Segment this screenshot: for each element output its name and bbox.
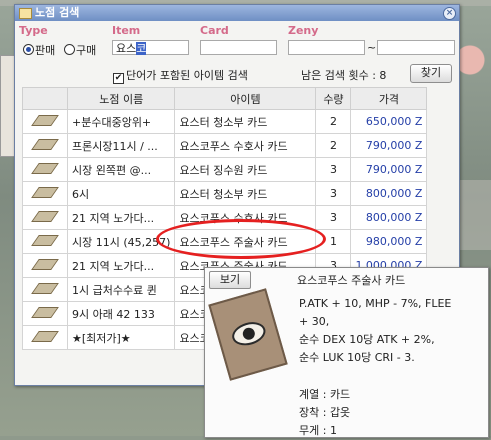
row-price: 650,000 Z — [350, 109, 428, 134]
card-icon — [22, 277, 68, 302]
card-icon — [22, 325, 68, 350]
radio-sell-label: 판매 — [35, 44, 56, 57]
zeny-min-input[interactable] — [288, 40, 365, 55]
item-input-selection: 코 — [136, 42, 147, 55]
row-item: 요스터 청소부 카드 — [174, 181, 317, 206]
radio-sell[interactable]: 판매 — [23, 42, 55, 58]
row-qty: 2 — [315, 133, 352, 158]
row-item: 요스터 청소부 카드 — [174, 109, 317, 134]
row-qty: 2 — [315, 109, 352, 134]
type-label: Type — [19, 24, 48, 37]
row-price: 980,000 Z — [350, 229, 428, 254]
table-row[interactable]: +분수대중앙위+ 요스터 청소부 카드 2 650,000 Z — [22, 109, 428, 134]
search-button[interactable]: 찾기 — [410, 64, 452, 83]
highlight-oval — [156, 219, 326, 259]
row-qty: 3 — [315, 205, 352, 230]
header-price[interactable]: 가격 — [350, 87, 428, 110]
zeny-max-input[interactable] — [377, 40, 455, 55]
card-only-checkbox[interactable]: ✔ 단어가 포함된 아이템 검색 — [113, 67, 248, 84]
radio-buy[interactable]: 구매 — [64, 42, 96, 58]
card-icon — [22, 205, 68, 230]
card-icon — [22, 133, 68, 158]
table-row[interactable]: 시장 왼쪽편 @... 요스터 징수원 카드 3 790,000 Z — [22, 157, 428, 182]
popup-item-name: 요스코푸스 주술사 카드 — [297, 274, 406, 287]
row-price: 790,000 Z — [350, 157, 428, 182]
popup-meta: 계열 : 카드 장착 : 갑옷 무게 : 1 — [299, 386, 350, 440]
header-item[interactable]: 아이템 — [174, 87, 317, 110]
row-shop: 시장 왼쪽편 @... — [66, 157, 176, 182]
close-icon[interactable]: × — [443, 7, 456, 20]
card-icon — [22, 157, 68, 182]
item-tooltip-popup: 보기 요스코푸스 주술사 카드 P.ATK + 10, MHP - 7%, FL… — [204, 267, 489, 438]
card-icon — [22, 301, 68, 326]
card-icon — [22, 229, 68, 254]
row-shop: 1시 급처수수료 퀸 — [66, 277, 176, 302]
row-shop: 9시 아래 42 133 — [66, 301, 176, 326]
row-item: 요스터 징수원 카드 — [174, 157, 317, 182]
row-price: 800,000 Z — [350, 181, 428, 206]
popup-description: P.ATK + 10, MHP - 7%, FLEE + 30, 순수 DEX … — [299, 297, 452, 364]
card-image-icon — [208, 288, 288, 381]
radio-sell-dot — [23, 44, 34, 55]
item-search-input[interactable]: 요스코 — [112, 40, 189, 55]
card-icon — [22, 253, 68, 278]
row-shop: +분수대중앙위+ — [66, 109, 176, 134]
card-search-input[interactable] — [200, 40, 277, 55]
card-label: Card — [200, 24, 229, 37]
header-icon-col — [22, 87, 68, 110]
radio-buy-dot — [64, 44, 75, 55]
item-input-text: 요스 — [116, 42, 137, 55]
row-qty: 3 — [315, 181, 352, 206]
row-qty: 3 — [315, 157, 352, 182]
card-icon — [22, 109, 68, 134]
popup-category: 계열 : 카드 — [299, 388, 351, 401]
popup-weight: 무게 : 1 — [299, 424, 337, 437]
row-item: 요스코푸스 수호사 카드 — [174, 133, 317, 158]
row-shop: 프론시장11시 / ... — [66, 133, 176, 158]
table-header-row: 노점 이름 아이템 수량 가격 — [22, 87, 428, 110]
checkbox-label: 단어가 포함된 아이템 검색 — [126, 69, 248, 82]
row-shop: 21 지역 노가다... — [66, 205, 176, 230]
row-shop: ★[최저가]★ — [66, 325, 176, 350]
row-price: 800,000 Z — [350, 205, 428, 230]
eye-icon — [229, 318, 269, 350]
row-shop: 6시 — [66, 181, 176, 206]
row-price: 790,000 Z — [350, 133, 428, 158]
view-button[interactable]: 보기 — [209, 271, 251, 289]
remaining-searches: 남은 검색 횟수 : 8 — [301, 69, 387, 82]
item-label: Item — [112, 24, 141, 37]
window-icon — [19, 8, 32, 19]
window-title: 노점 검색 — [35, 6, 80, 19]
row-shop: 21 지역 노가다... — [66, 253, 176, 278]
header-qty[interactable]: 수량 — [315, 87, 352, 110]
table-row[interactable]: 프론시장11시 / ... 요스코푸스 수호사 카드 2 790,000 Z — [22, 133, 428, 158]
popup-equip: 장착 : 갑옷 — [299, 406, 351, 419]
table-row[interactable]: 6시 요스터 청소부 카드 3 800,000 Z — [22, 181, 428, 206]
radio-buy-label: 구매 — [76, 44, 97, 57]
card-icon — [22, 181, 68, 206]
window-titlebar[interactable]: 노점 검색 × — [15, 5, 459, 21]
header-shop[interactable]: 노점 이름 — [66, 87, 176, 110]
zeny-label: Zeny — [288, 24, 319, 37]
checkbox-mark: ✔ — [113, 73, 124, 84]
zeny-separator: ~ — [367, 41, 377, 54]
